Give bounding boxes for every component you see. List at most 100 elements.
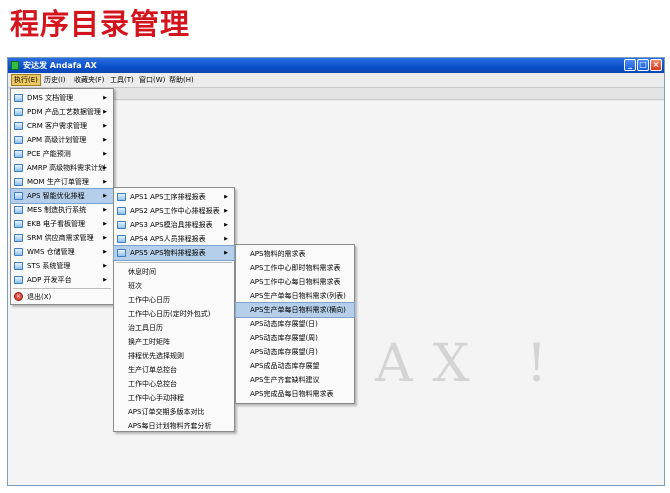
aps5-submenu-dropdown: APS物料的需求表 APS工作中心即时物料需求表 APS工作中心每日物料需求表 … (235, 244, 355, 404)
menu-separator (116, 262, 232, 263)
menu-item-apm[interactable]: APM 高级计划管理 ▶ (11, 133, 113, 147)
menu-item-inventory-outlook-week[interactable]: APS动态库存展望(周) (236, 331, 354, 345)
folder-icon (14, 276, 23, 284)
menu-item-dms[interactable]: DMS 文档管理 ▶ (11, 91, 113, 105)
submenu-arrow-icon: ▶ (224, 250, 228, 256)
submenu-arrow-icon: ▶ (103, 179, 107, 185)
menu-help[interactable]: 帮助(H) (167, 74, 196, 86)
menu-item-inventory-outlook-month[interactable]: APS动态库存展望(月) (236, 345, 354, 359)
folder-icon (117, 207, 126, 215)
folder-icon (14, 94, 23, 102)
folder-icon (14, 262, 23, 270)
submenu-arrow-icon: ▶ (103, 207, 107, 213)
execute-menu-dropdown: DMS 文档管理 ▶ PDM 产品工艺数据管理 ▶ CRM 客户需求管理 ▶ APM … (10, 88, 114, 305)
submenu-arrow-icon: ▶ (103, 263, 107, 269)
menu-item-work-center-console[interactable]: 工作中心总控台 (114, 377, 234, 391)
menu-item-wms[interactable]: WMS 仓储管理 ▶ (11, 245, 113, 259)
submenu-arrow-icon: ▶ (224, 222, 228, 228)
menu-item-material-demand[interactable]: APS物料的需求表 (236, 247, 354, 261)
submenu-arrow-icon: ▶ (103, 151, 107, 157)
menu-execute[interactable]: 执行(E) (11, 74, 41, 86)
submenu-arrow-icon: ▶ (103, 235, 107, 241)
folder-icon (14, 108, 23, 116)
menu-bar: 执行(E) 历史(I) 收藏夹(F) 工具(T) 窗口(W) 帮助(H) (8, 73, 664, 88)
submenu-arrow-icon: ▶ (103, 123, 107, 129)
folder-icon (117, 235, 126, 243)
menu-item-finished-daily-demand[interactable]: APS完成品每日物料需求表 (236, 387, 354, 401)
menu-item-srm[interactable]: SRM 供应商需求管理 ▶ (11, 231, 113, 245)
menu-item-delivery-comparison[interactable]: APS订单交期多版本对比 (114, 405, 234, 419)
menu-item-order-daily-demand-list[interactable]: APS生产单每日物料需求(列表) (236, 289, 354, 303)
menu-item-rest-time[interactable]: 休息时间 (114, 265, 234, 279)
submenu-arrow-icon: ▶ (103, 193, 107, 199)
menu-item-material-kitting-analysis[interactable]: APS每日计划物料齐套分析 (114, 419, 234, 433)
menu-tools[interactable]: 工具(T) (108, 74, 136, 86)
folder-icon (14, 178, 23, 186)
folder-icon (117, 221, 126, 229)
menu-item-wc-realtime-demand[interactable]: APS工作中心即时物料需求表 (236, 261, 354, 275)
menu-item-aps1[interactable]: APS1 APS工序排程报表 ▶ (114, 190, 234, 204)
menu-item-changeover-matrix[interactable]: 换产工时矩阵 (114, 335, 234, 349)
folder-icon (14, 234, 23, 242)
submenu-arrow-icon: ▶ (224, 236, 228, 242)
window-title: 安达发 Andafa AX (23, 61, 97, 70)
menu-item-shift[interactable]: 班次 (114, 279, 234, 293)
window-controls: _ □ × (624, 59, 662, 71)
menu-item-amrp[interactable]: AMRP 高级物料需求计划 ▶ (11, 161, 113, 175)
submenu-arrow-icon: ▶ (103, 249, 107, 255)
menu-item-inventory-outlook-day[interactable]: APS动态库存展望(日) (236, 317, 354, 331)
folder-icon (14, 192, 23, 200)
menu-item-wc-daily-demand[interactable]: APS工作中心每日物料需求表 (236, 275, 354, 289)
menu-window[interactable]: 窗口(W) (137, 74, 167, 86)
menu-item-aps2[interactable]: APS2 APS工作中心排程报表 ▶ (114, 204, 234, 218)
menu-item-finished-inventory-outlook[interactable]: APS成品动态库存展望 (236, 359, 354, 373)
submenu-arrow-icon: ▶ (224, 208, 228, 214)
submenu-arrow-icon: ▶ (224, 194, 228, 200)
folder-icon (14, 248, 23, 256)
app-window: 安达发 Andafa AX _ □ × 执行(E) 历史(I) 收藏夹(F) 工… (7, 57, 665, 486)
menu-item-manual-scheduling[interactable]: 工作中心手动排程 (114, 391, 234, 405)
menu-item-pdm[interactable]: PDM 产品工艺数据管理 ▶ (11, 105, 113, 119)
menu-item-aps4[interactable]: APS4 APS人员排程报表 ▶ (114, 232, 234, 246)
menu-item-work-center-calendar-outsourced[interactable]: 工作中心日历(定时外包式) (114, 307, 234, 321)
menu-item-adp[interactable]: ADP 开发平台 ▶ (11, 273, 113, 287)
menu-item-order-console[interactable]: 生产订单总控台 (114, 363, 234, 377)
maximize-button[interactable]: □ (637, 59, 649, 71)
submenu-arrow-icon: ▶ (103, 109, 107, 115)
watermark-text: AX ! (375, 334, 567, 394)
submenu-arrow-icon: ▶ (103, 221, 107, 227)
submenu-arrow-icon: ▶ (103, 277, 107, 283)
page-heading: 程序目录管理 (10, 7, 191, 41)
title-bar[interactable]: 安达发 Andafa AX _ □ × (8, 58, 664, 73)
submenu-arrow-icon: ▶ (103, 137, 107, 143)
menu-item-kitting-shortage-advice[interactable]: APS生产齐套缺料建议 (236, 373, 354, 387)
folder-icon (117, 193, 126, 201)
menu-history[interactable]: 历史(I) (42, 74, 68, 86)
menu-item-work-center-calendar[interactable]: 工作中心日历 (114, 293, 234, 307)
minimize-button[interactable]: _ (624, 59, 636, 71)
menu-item-aps[interactable]: APS 智能优化排程 ▶ (10, 188, 114, 204)
submenu-arrow-icon: ▶ (103, 165, 107, 171)
aps-submenu-dropdown: APS1 APS工序排程报表 ▶ APS2 APS工作中心排程报表 ▶ APS3 A… (113, 187, 235, 432)
menu-item-crm[interactable]: CRM 客户需求管理 ▶ (11, 119, 113, 133)
menu-favorites[interactable]: 收藏夹(F) (72, 74, 107, 86)
folder-icon (14, 220, 23, 228)
exit-icon: × (14, 292, 23, 301)
menu-item-mom[interactable]: MOM 生产订单管理 ▶ (11, 175, 113, 189)
folder-icon (14, 206, 23, 214)
menu-item-aps5[interactable]: APS5 APS物料排程报表 ▶ (113, 245, 235, 261)
menu-item-priority-rules[interactable]: 排程优先选择规则 (114, 349, 234, 363)
folder-icon (14, 122, 23, 130)
menu-item-tooling-calendar[interactable]: 治工具日历 (114, 321, 234, 335)
folder-icon (117, 249, 126, 257)
app-icon (11, 61, 19, 70)
menu-item-aps3[interactable]: APS3 APS模治具排程报表 ▶ (114, 218, 234, 232)
menu-separator (13, 288, 111, 289)
menu-item-pce[interactable]: PCE 产能预测 ▶ (11, 147, 113, 161)
menu-item-exit[interactable]: × 退出(X) (11, 290, 113, 304)
menu-item-order-daily-demand-horizontal[interactable]: APS生产单每日物料需求(横向) (235, 302, 355, 318)
menu-item-ekb[interactable]: EKB 电子看板管理 ▶ (11, 217, 113, 231)
menu-item-sts[interactable]: STS 系统管理 ▶ (11, 259, 113, 273)
menu-item-mes[interactable]: MES 制造执行系统 ▶ (11, 203, 113, 217)
close-button[interactable]: × (650, 59, 662, 71)
